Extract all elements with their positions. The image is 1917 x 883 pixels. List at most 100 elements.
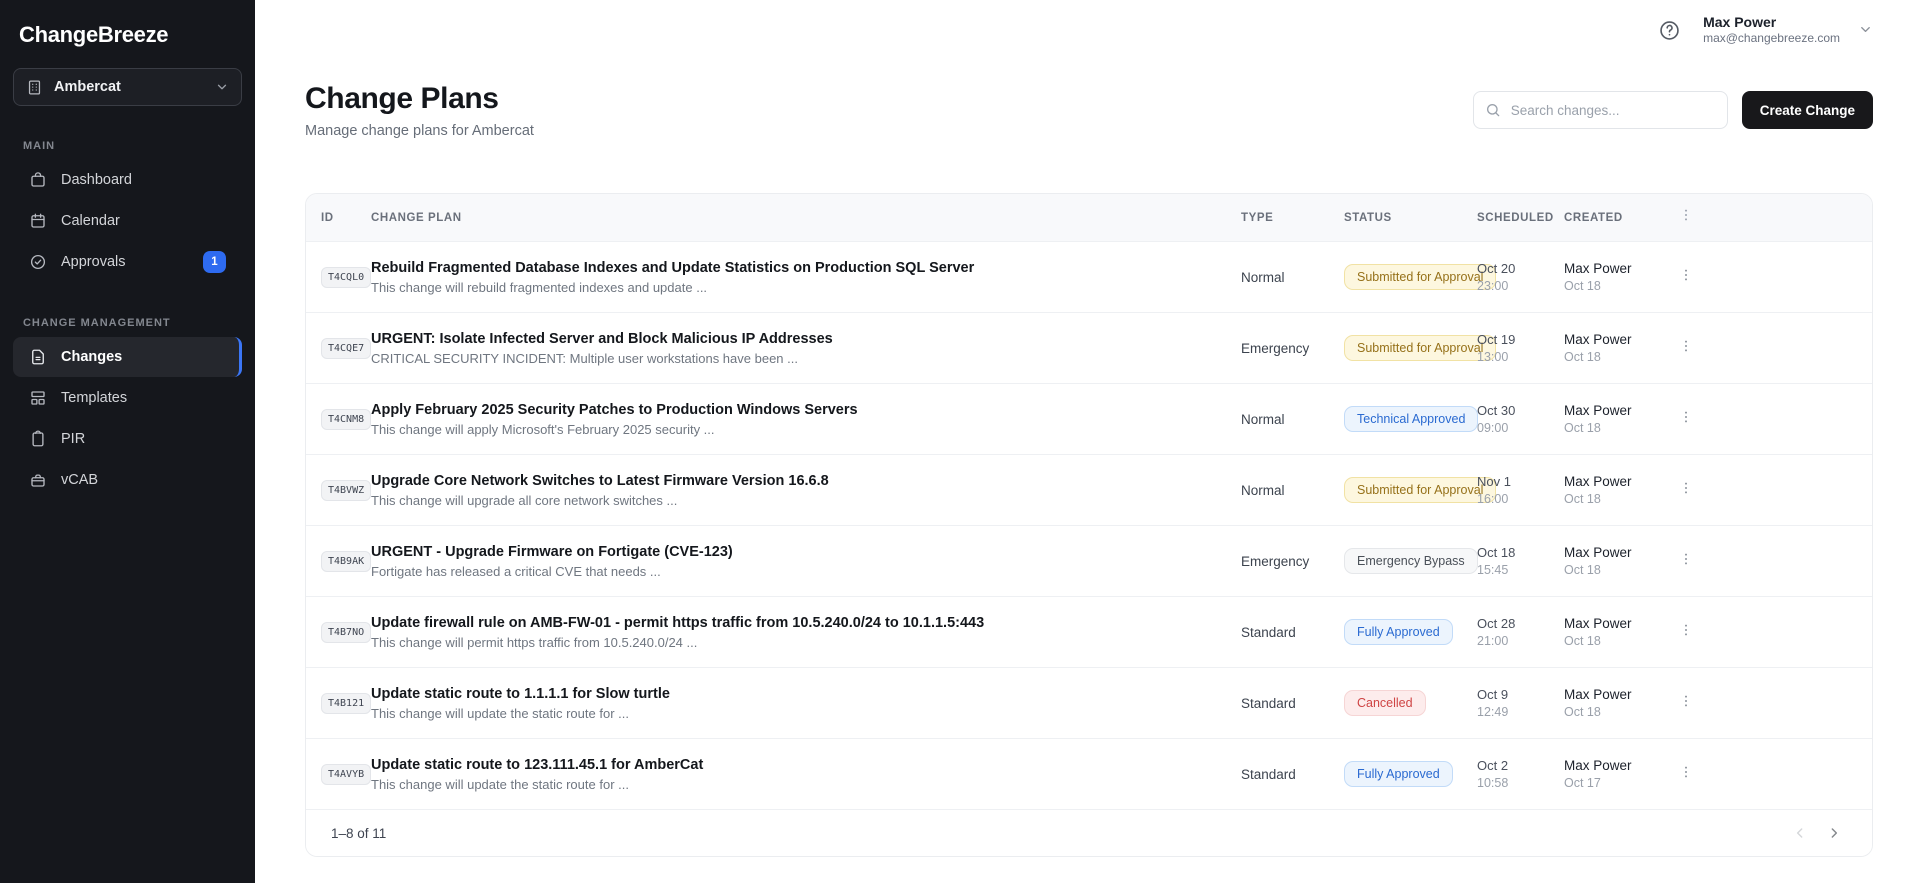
status-badge: Submitted for Approval [1344,477,1496,503]
table-row[interactable]: T4BVWZ Upgrade Core Network Switches to … [306,455,1872,526]
change-description: This change will upgrade all core networ… [371,493,1211,508]
change-plans-table: ID CHANGE PLAN TYPE STATUS SCHEDULED CRE… [305,193,1873,857]
change-title[interactable]: Update static route to 1.1.1.1 for Slow … [371,686,1211,702]
scheduled-time: 15:45 [1477,563,1564,577]
sidebar-item-pir[interactable]: PIR [13,419,242,459]
change-title[interactable]: URGENT: Isolate Infected Server and Bloc… [371,331,1211,347]
scheduled-time: 10:58 [1477,776,1564,790]
row-actions-kebab-icon[interactable] [1677,693,1695,709]
briefcase-box-icon [29,471,47,489]
row-actions-kebab-icon[interactable] [1677,338,1695,354]
search-input[interactable] [1473,91,1728,129]
layout-icon [29,389,47,407]
change-title[interactable]: Update firewall rule on AMB-FW-01 - perm… [371,615,1211,631]
change-title[interactable]: Update static route to 123.111.45.1 for … [371,757,1211,773]
change-title[interactable]: URGENT - Upgrade Firmware on Fortigate (… [371,544,1211,560]
col-header-scheduled: SCHEDULED [1477,212,1564,224]
change-type: Normal [1241,270,1344,285]
change-description: This change will permit https traffic fr… [371,635,1211,650]
created-by: Max Power [1564,403,1677,418]
created-date: Oct 18 [1564,705,1677,719]
scheduled-date: Oct 20 [1477,261,1564,276]
change-id-badge: T4AVYB [321,764,371,785]
row-actions-kebab-icon[interactable] [1677,480,1695,496]
sidebar-item-changes[interactable]: Changes [13,337,242,377]
pagination-prev-icon[interactable] [1792,825,1808,841]
row-actions-kebab-icon[interactable] [1677,622,1695,638]
change-id-badge: T4BVWZ [321,480,371,501]
table-row[interactable]: T4AVYB Update static route to 123.111.45… [306,739,1872,810]
scheduled-date: Nov 1 [1477,474,1564,489]
help-icon[interactable] [1658,19,1681,42]
sidebar-item-approvals[interactable]: Approvals 1 [13,242,242,282]
created-by: Max Power [1564,687,1677,702]
row-actions-kebab-icon[interactable] [1677,764,1695,780]
row-actions-kebab-icon[interactable] [1677,409,1695,425]
change-description: This change will apply Microsoft's Febru… [371,422,1211,437]
change-type: Emergency [1241,554,1344,569]
user-menu[interactable]: Max Power max@changebreeze.com [1703,14,1873,46]
section-label-main: MAIN [23,140,242,152]
status-badge: Fully Approved [1344,761,1453,787]
change-type: Standard [1241,696,1344,711]
created-by: Max Power [1564,474,1677,489]
change-type: Emergency [1241,341,1344,356]
sidebar-item-templates[interactable]: Templates [13,378,242,418]
table-row[interactable]: T4CNM8 Apply February 2025 Security Patc… [306,384,1872,455]
change-id-badge: T4CNM8 [321,409,371,430]
pagination-range: 1–8 of 11 [331,826,386,841]
page-title: Change Plans [305,82,534,116]
main-content: Max Power max@changebreeze.com Change Pl… [255,0,1917,883]
calendar-icon [29,212,47,230]
created-by: Max Power [1564,332,1677,347]
row-actions-kebab-icon[interactable] [1677,551,1695,567]
created-by: Max Power [1564,616,1677,631]
scheduled-date: Oct 18 [1477,545,1564,560]
sidebar-item-label: Dashboard [61,172,226,188]
chevron-down-icon [215,80,229,94]
sidebar-item-label: Approvals [61,254,189,270]
change-title[interactable]: Upgrade Core Network Switches to Latest … [371,473,1211,489]
pagination-next-icon[interactable] [1826,825,1842,841]
created-date: Oct 18 [1564,634,1677,648]
created-by: Max Power [1564,545,1677,560]
col-header-id: ID [321,212,371,224]
change-title[interactable]: Apply February 2025 Security Patches to … [371,402,1211,418]
created-date: Oct 18 [1564,492,1677,506]
table-row[interactable]: T4CQL0 Rebuild Fragmented Database Index… [306,242,1872,313]
table-row[interactable]: T4B9AK URGENT - Upgrade Firmware on Fort… [306,526,1872,597]
col-header-change-plan: CHANGE PLAN [371,212,1241,224]
search-icon [1485,102,1501,118]
status-badge: Submitted for Approval [1344,264,1496,290]
row-actions-kebab-icon[interactable] [1677,267,1695,283]
scheduled-date: Oct 28 [1477,616,1564,631]
building-icon [26,79,43,96]
status-badge: Fully Approved [1344,619,1453,645]
sidebar-item-vcab[interactable]: vCAB [13,460,242,500]
status-badge: Technical Approved [1344,406,1478,432]
created-date: Oct 18 [1564,279,1677,293]
change-id-badge: T4B9AK [321,551,371,572]
section-label-change-management: CHANGE MANAGEMENT [23,317,242,329]
sidebar-item-dashboard[interactable]: Dashboard [13,160,242,200]
scheduled-time: 16:00 [1477,492,1564,506]
table-row[interactable]: T4B7NO Update firewall rule on AMB-FW-01… [306,597,1872,668]
created-by: Max Power [1564,261,1677,276]
change-title[interactable]: Rebuild Fragmented Database Indexes and … [371,260,1211,276]
approvals-count-badge: 1 [203,251,226,273]
change-description: This change will rebuild fragmented inde… [371,280,1211,295]
change-type: Normal [1241,483,1344,498]
table-row[interactable]: T4CQE7 URGENT: Isolate Infected Server a… [306,313,1872,384]
table-row[interactable]: T4B121 Update static route to 1.1.1.1 fo… [306,668,1872,739]
org-selector[interactable]: Ambercat [13,68,242,106]
clipboard-icon [29,430,47,448]
table-header-row: ID CHANGE PLAN TYPE STATUS SCHEDULED CRE… [306,194,1872,242]
created-by: Max Power [1564,758,1677,773]
column-options-kebab-icon[interactable] [1677,207,1695,223]
sidebar-item-label: vCAB [61,472,226,488]
sidebar-item-calendar[interactable]: Calendar [13,201,242,241]
scheduled-date: Oct 2 [1477,758,1564,773]
created-date: Oct 18 [1564,563,1677,577]
col-header-status: STATUS [1344,212,1477,224]
create-change-button[interactable]: Create Change [1742,91,1873,129]
